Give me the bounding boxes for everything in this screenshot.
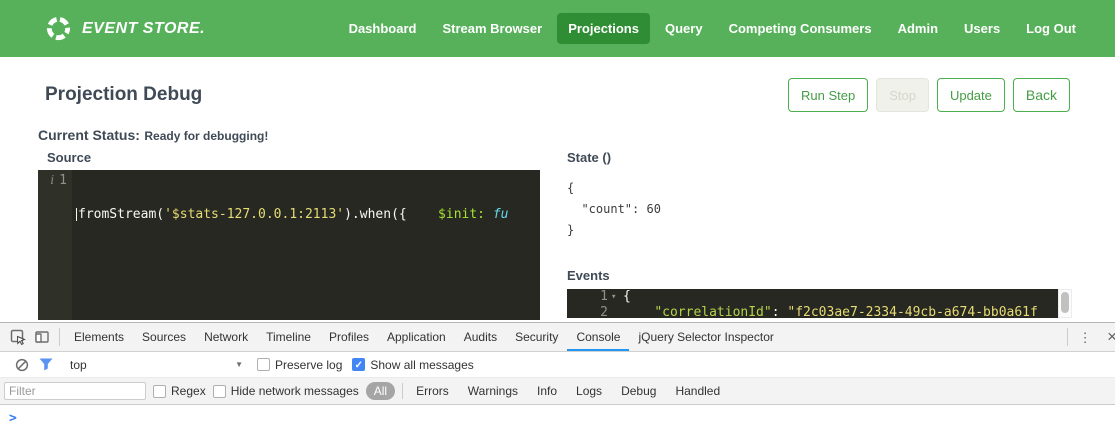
tab-audits[interactable]: Audits [455,323,506,351]
show-all-messages-checkbox-box[interactable]: ✓ [352,358,365,371]
level-errors[interactable]: Errors [410,383,455,399]
run-step-button[interactable]: Run Step [788,78,868,112]
page-title: Projection Debug [45,84,202,106]
current-status: Current Status: Ready for debugging! [38,127,1115,145]
show-all-messages-checkbox[interactable]: ✓ Show all messages [352,358,473,372]
devtools-tab-bar: Elements Sources Network Timeline Profil… [0,323,1115,352]
top-navbar: EVENT STORE. Dashboard Stream Browser Pr… [0,0,1115,57]
tab-security[interactable]: Security [506,323,567,351]
tab-timeline[interactable]: Timeline [257,323,320,351]
events-scrollbar-thumb[interactable] [1061,292,1069,313]
events-label: Events [567,268,1072,283]
level-logs[interactable]: Logs [570,383,608,399]
state-events-column: State () { "count": 60} Events 1▾{ 2 "co… [567,150,1072,320]
tab-sources[interactable]: Sources [133,323,195,351]
current-status-label: Current Status: [38,127,140,143]
console-filter-bar: Regex Hide network messages All Errors W… [0,378,1115,405]
regex-checkbox-box[interactable] [153,385,166,398]
text-cursor [76,208,77,221]
fold-arrow-icon[interactable]: ▾ [611,289,623,305]
nav-item-dashboard[interactable]: Dashboard [338,13,428,44]
events-panel: 1▾{ 2 "correlationId": "f2c03ae7-2334-49… [567,289,1072,318]
state-json: { "count": 60} [567,178,1072,241]
source-editor-gutter: i1 [38,170,72,320]
eventstore-logo-icon [45,15,72,42]
tab-profiles[interactable]: Profiles [320,323,378,351]
console-toolbar: top ▼ Preserve log ✓ Show all messages [0,352,1115,378]
brand-text: EVENT STORE. [82,20,205,38]
events-scrollbar[interactable] [1058,289,1072,318]
header-buttons: Run Step Stop Update Back [788,78,1070,112]
level-warnings[interactable]: Warnings [462,383,524,399]
controls-separator [1067,328,1068,346]
clear-console-icon[interactable] [10,354,34,376]
close-icon[interactable]: × [1107,327,1115,347]
nav-item-stream-browser[interactable]: Stream Browser [431,13,553,44]
events-line-2: 2 "correlationId": "f2c03ae7-2334-49cb-a… [567,305,1058,318]
nav-item-admin[interactable]: Admin [887,13,949,44]
show-all-messages-label: Show all messages [370,358,473,372]
nav-item-query[interactable]: Query [654,13,714,44]
level-debug[interactable]: Debug [615,383,662,399]
nav-item-projections[interactable]: Projections [557,13,650,44]
nav-items: Dashboard Stream Browser Projections Que… [338,13,1087,44]
preserve-log-checkbox-box[interactable] [257,358,270,371]
tab-application[interactable]: Application [378,323,455,351]
tab-network[interactable]: Network [195,323,257,351]
toolbar-separator [59,328,60,346]
page-header: Projection Debug Run Step Stop Update Ba… [45,78,1070,112]
chevron-down-icon: ▼ [235,360,243,369]
regex-checkbox[interactable]: Regex [153,384,206,398]
preserve-log-checkbox[interactable]: Preserve log [257,358,342,372]
tab-elements[interactable]: Elements [65,323,133,351]
hide-network-messages-checkbox[interactable]: Hide network messages [213,384,359,398]
source-code-line: fromStream('$stats-127.0.0.1:2113').when… [76,206,540,223]
state-label: State () [567,150,1072,165]
preserve-log-label: Preserve log [275,358,342,372]
debug-columns: Source i1 fromStream('$stats-127.0.0.1:2… [38,150,1072,320]
nav-item-competing-consumers[interactable]: Competing Consumers [718,13,883,44]
kebab-menu-icon[interactable]: ⋮ [1073,326,1097,348]
level-handled[interactable]: Handled [669,383,726,399]
nav-item-log-out[interactable]: Log Out [1015,13,1087,44]
update-button[interactable]: Update [937,78,1005,112]
execution-context-value: top [70,358,87,372]
back-button[interactable]: Back [1013,78,1070,112]
regex-label: Regex [171,384,206,398]
stop-button: Stop [876,78,929,112]
console-prompt[interactable]: > [0,405,1115,436]
source-code-area[interactable]: fromStream('$stats-127.0.0.1:2113').when… [72,170,540,320]
hide-network-messages-label: Hide network messages [231,384,359,398]
hide-network-messages-checkbox-box[interactable] [213,385,226,398]
events-line-1: 1▾{ [567,289,1058,305]
brand[interactable]: EVENT STORE. [45,15,205,42]
level-separator [402,383,403,399]
execution-context-selector[interactable]: top ▼ [58,358,243,372]
devtools-panel: Elements Sources Network Timeline Profil… [0,322,1115,436]
devtools-window-controls: ⋮ × [1062,326,1111,348]
source-column: Source i1 fromStream('$stats-127.0.0.1:2… [38,150,540,320]
current-status-value: Ready for debugging! [144,129,268,143]
source-line-number: 1 [59,173,67,188]
device-toolbar-icon[interactable] [30,326,54,348]
events-editor[interactable]: 1▾{ 2 "correlationId": "f2c03ae7-2334-49… [567,289,1058,318]
source-label: Source [47,150,540,165]
prompt-chevron-icon: > [9,411,17,436]
tab-jquery-selector-inspector[interactable]: jQuery Selector Inspector [629,323,782,351]
inspect-element-icon[interactable] [6,326,30,348]
level-info[interactable]: Info [531,383,563,399]
filter-input[interactable] [4,382,146,400]
tab-console[interactable]: Console [567,323,629,351]
fold-spacer [611,305,623,318]
nav-item-users[interactable]: Users [953,13,1011,44]
info-annotation-icon: i [50,173,54,187]
filter-funnel-icon[interactable] [34,354,58,376]
level-all[interactable]: All [366,382,395,400]
source-editor[interactable]: i1 fromStream('$stats-127.0.0.1:2113').w… [38,170,540,320]
